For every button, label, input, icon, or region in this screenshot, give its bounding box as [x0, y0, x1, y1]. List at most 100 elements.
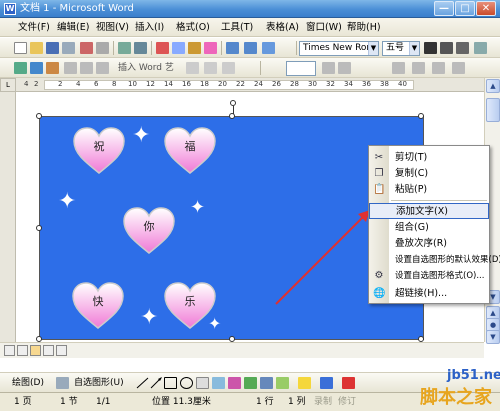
selection-handle[interactable]: [36, 113, 42, 119]
print-preview-icon[interactable]: [80, 42, 93, 54]
permission-icon[interactable]: [62, 42, 75, 54]
minimize-button[interactable]: —: [434, 1, 454, 16]
open-icon[interactable]: [30, 42, 43, 54]
autoshapes-menu-button[interactable]: 自选图形(U): [74, 377, 124, 389]
text-box-icon[interactable]: [46, 62, 59, 74]
chevron-down-icon[interactable]: ▼: [409, 42, 419, 55]
menu-edit[interactable]: 编辑(E): [57, 21, 89, 34]
next-page-button[interactable]: ▼: [486, 330, 500, 344]
undo-icon[interactable]: [226, 42, 239, 54]
star-shape[interactable]: ✦: [140, 307, 158, 329]
chevron-down-icon[interactable]: ▼: [368, 42, 378, 55]
menu-item-default-effect[interactable]: 设置自选图形的默认效果(D): [369, 252, 500, 268]
status-track-changes[interactable]: 修订: [338, 396, 356, 408]
ruler-text-area: [44, 80, 414, 90]
picture-icon[interactable]: [276, 377, 289, 389]
normal-view-icon[interactable]: [4, 345, 15, 356]
web-view-icon[interactable]: [17, 345, 28, 356]
menu-file[interactable]: 文件(F): [18, 21, 50, 34]
menu-item-hyperlink[interactable]: 🌐 超链接(H)...: [369, 286, 489, 302]
rectangle-icon[interactable]: [164, 377, 177, 389]
status-record[interactable]: 录制: [314, 396, 332, 408]
cut-icon[interactable]: [156, 42, 169, 54]
draw-menu-button[interactable]: 绘图(D): [12, 377, 44, 389]
underline-icon[interactable]: [456, 42, 469, 54]
diagram-icon[interactable]: [244, 377, 257, 389]
new-document-icon[interactable]: [14, 42, 27, 54]
ruler-number: 36: [362, 80, 371, 88]
scroll-thumb[interactable]: [486, 98, 500, 122]
selection-handle[interactable]: [418, 113, 424, 119]
menu-item-copy[interactable]: ❐ 复制(C): [369, 166, 489, 182]
menu-insert[interactable]: 插入(I): [135, 21, 164, 34]
menu-bar: 文件(F) 编辑(E) 视图(V) 插入(I) 格式(O) 工具(T) 表格(A…: [0, 18, 500, 37]
font-name-combo[interactable]: Times New Roma ▼: [299, 41, 379, 56]
vertical-ruler[interactable]: [0, 92, 16, 342]
menu-item-format-shape[interactable]: ⚙ 设置自选图形格式(O)...: [369, 268, 489, 284]
heart-shape[interactable]: 祝: [72, 127, 126, 175]
star-shape[interactable]: ✦: [208, 313, 221, 335]
text-box-icon[interactable]: [196, 377, 209, 389]
menu-item-order[interactable]: 叠放次序(R): [369, 236, 489, 252]
print-view-icon[interactable]: [30, 345, 41, 356]
heart-shape[interactable]: 你: [122, 207, 176, 255]
save-icon[interactable]: [46, 42, 59, 54]
line-color-icon[interactable]: [320, 377, 333, 389]
selection-handle[interactable]: [36, 225, 42, 231]
bold-icon[interactable]: [424, 42, 437, 54]
format-painter-icon[interactable]: [204, 42, 217, 54]
disabled-icon: [64, 62, 77, 74]
insert-wordart-label[interactable]: 插入 Word 艺: [118, 62, 174, 74]
menu-tools[interactable]: 工具(T): [221, 21, 253, 34]
italic-icon[interactable]: [440, 42, 453, 54]
close-button[interactable]: ✕: [476, 1, 496, 16]
star-shape[interactable]: ✦: [190, 197, 205, 219]
menu-item-cut[interactable]: ✂ 剪切(T): [369, 150, 489, 166]
star-shape[interactable]: ✦: [58, 191, 76, 213]
wordart-icon[interactable]: [14, 62, 27, 74]
menu-window[interactable]: 窗口(W): [306, 21, 342, 34]
font-color-icon[interactable]: [342, 377, 355, 389]
spelling-icon[interactable]: [118, 42, 131, 54]
zoom-icon[interactable]: [262, 42, 275, 54]
menu-item-add-text[interactable]: 添加文字(X): [369, 203, 489, 219]
outline-view-icon[interactable]: [43, 345, 54, 356]
select-objects-icon[interactable]: [56, 377, 69, 389]
horizontal-ruler[interactable]: 4 2 2 4 6 8 10 12 14 16 18 20 22 24 26 2…: [16, 78, 484, 92]
vertical-text-box-icon[interactable]: [212, 377, 225, 389]
menu-item-paste[interactable]: 📋 粘贴(P): [369, 182, 489, 198]
print-icon[interactable]: [96, 42, 109, 54]
ruler-tab-selector[interactable]: L: [0, 78, 16, 92]
clipart-icon[interactable]: [260, 377, 273, 389]
wordart-icon[interactable]: [228, 377, 241, 389]
align-icon[interactable]: [474, 42, 487, 54]
menu-view[interactable]: 视图(V): [96, 21, 129, 34]
ruler-number: 28: [290, 80, 299, 88]
reading-view-icon[interactable]: [56, 345, 67, 356]
menu-format[interactable]: 格式(O): [176, 21, 210, 34]
line-icon[interactable]: [136, 377, 149, 389]
font-color-icon[interactable]: [30, 62, 43, 74]
arrow-icon[interactable]: [150, 377, 163, 389]
selection-handle[interactable]: [229, 113, 235, 119]
horizontal-scrollbar[interactable]: [0, 342, 484, 358]
ruler-number: 4: [24, 80, 29, 88]
star-shape[interactable]: ✦: [132, 125, 150, 147]
copy-icon[interactable]: [172, 42, 185, 54]
heart-shape[interactable]: 福: [163, 127, 217, 175]
scroll-up-button[interactable]: ▲: [486, 79, 500, 93]
research-icon[interactable]: [134, 42, 147, 54]
menu-help[interactable]: 帮助(H): [347, 21, 381, 34]
heart-shape[interactable]: 快: [71, 282, 125, 330]
redo-icon[interactable]: [244, 42, 257, 54]
menu-item-group[interactable]: 组合(G): [369, 220, 489, 236]
paste-icon[interactable]: [188, 42, 201, 54]
oval-icon[interactable]: [180, 377, 193, 389]
fill-color-icon[interactable]: [298, 377, 311, 389]
maximize-button[interactable]: □: [455, 1, 475, 16]
word-app-icon[interactable]: W: [4, 3, 16, 15]
menu-table[interactable]: 表格(A): [266, 21, 299, 34]
font-size-combo[interactable]: 五号 ▼: [382, 41, 420, 56]
rotation-handle[interactable]: [230, 100, 236, 106]
page-combo[interactable]: [286, 61, 316, 76]
